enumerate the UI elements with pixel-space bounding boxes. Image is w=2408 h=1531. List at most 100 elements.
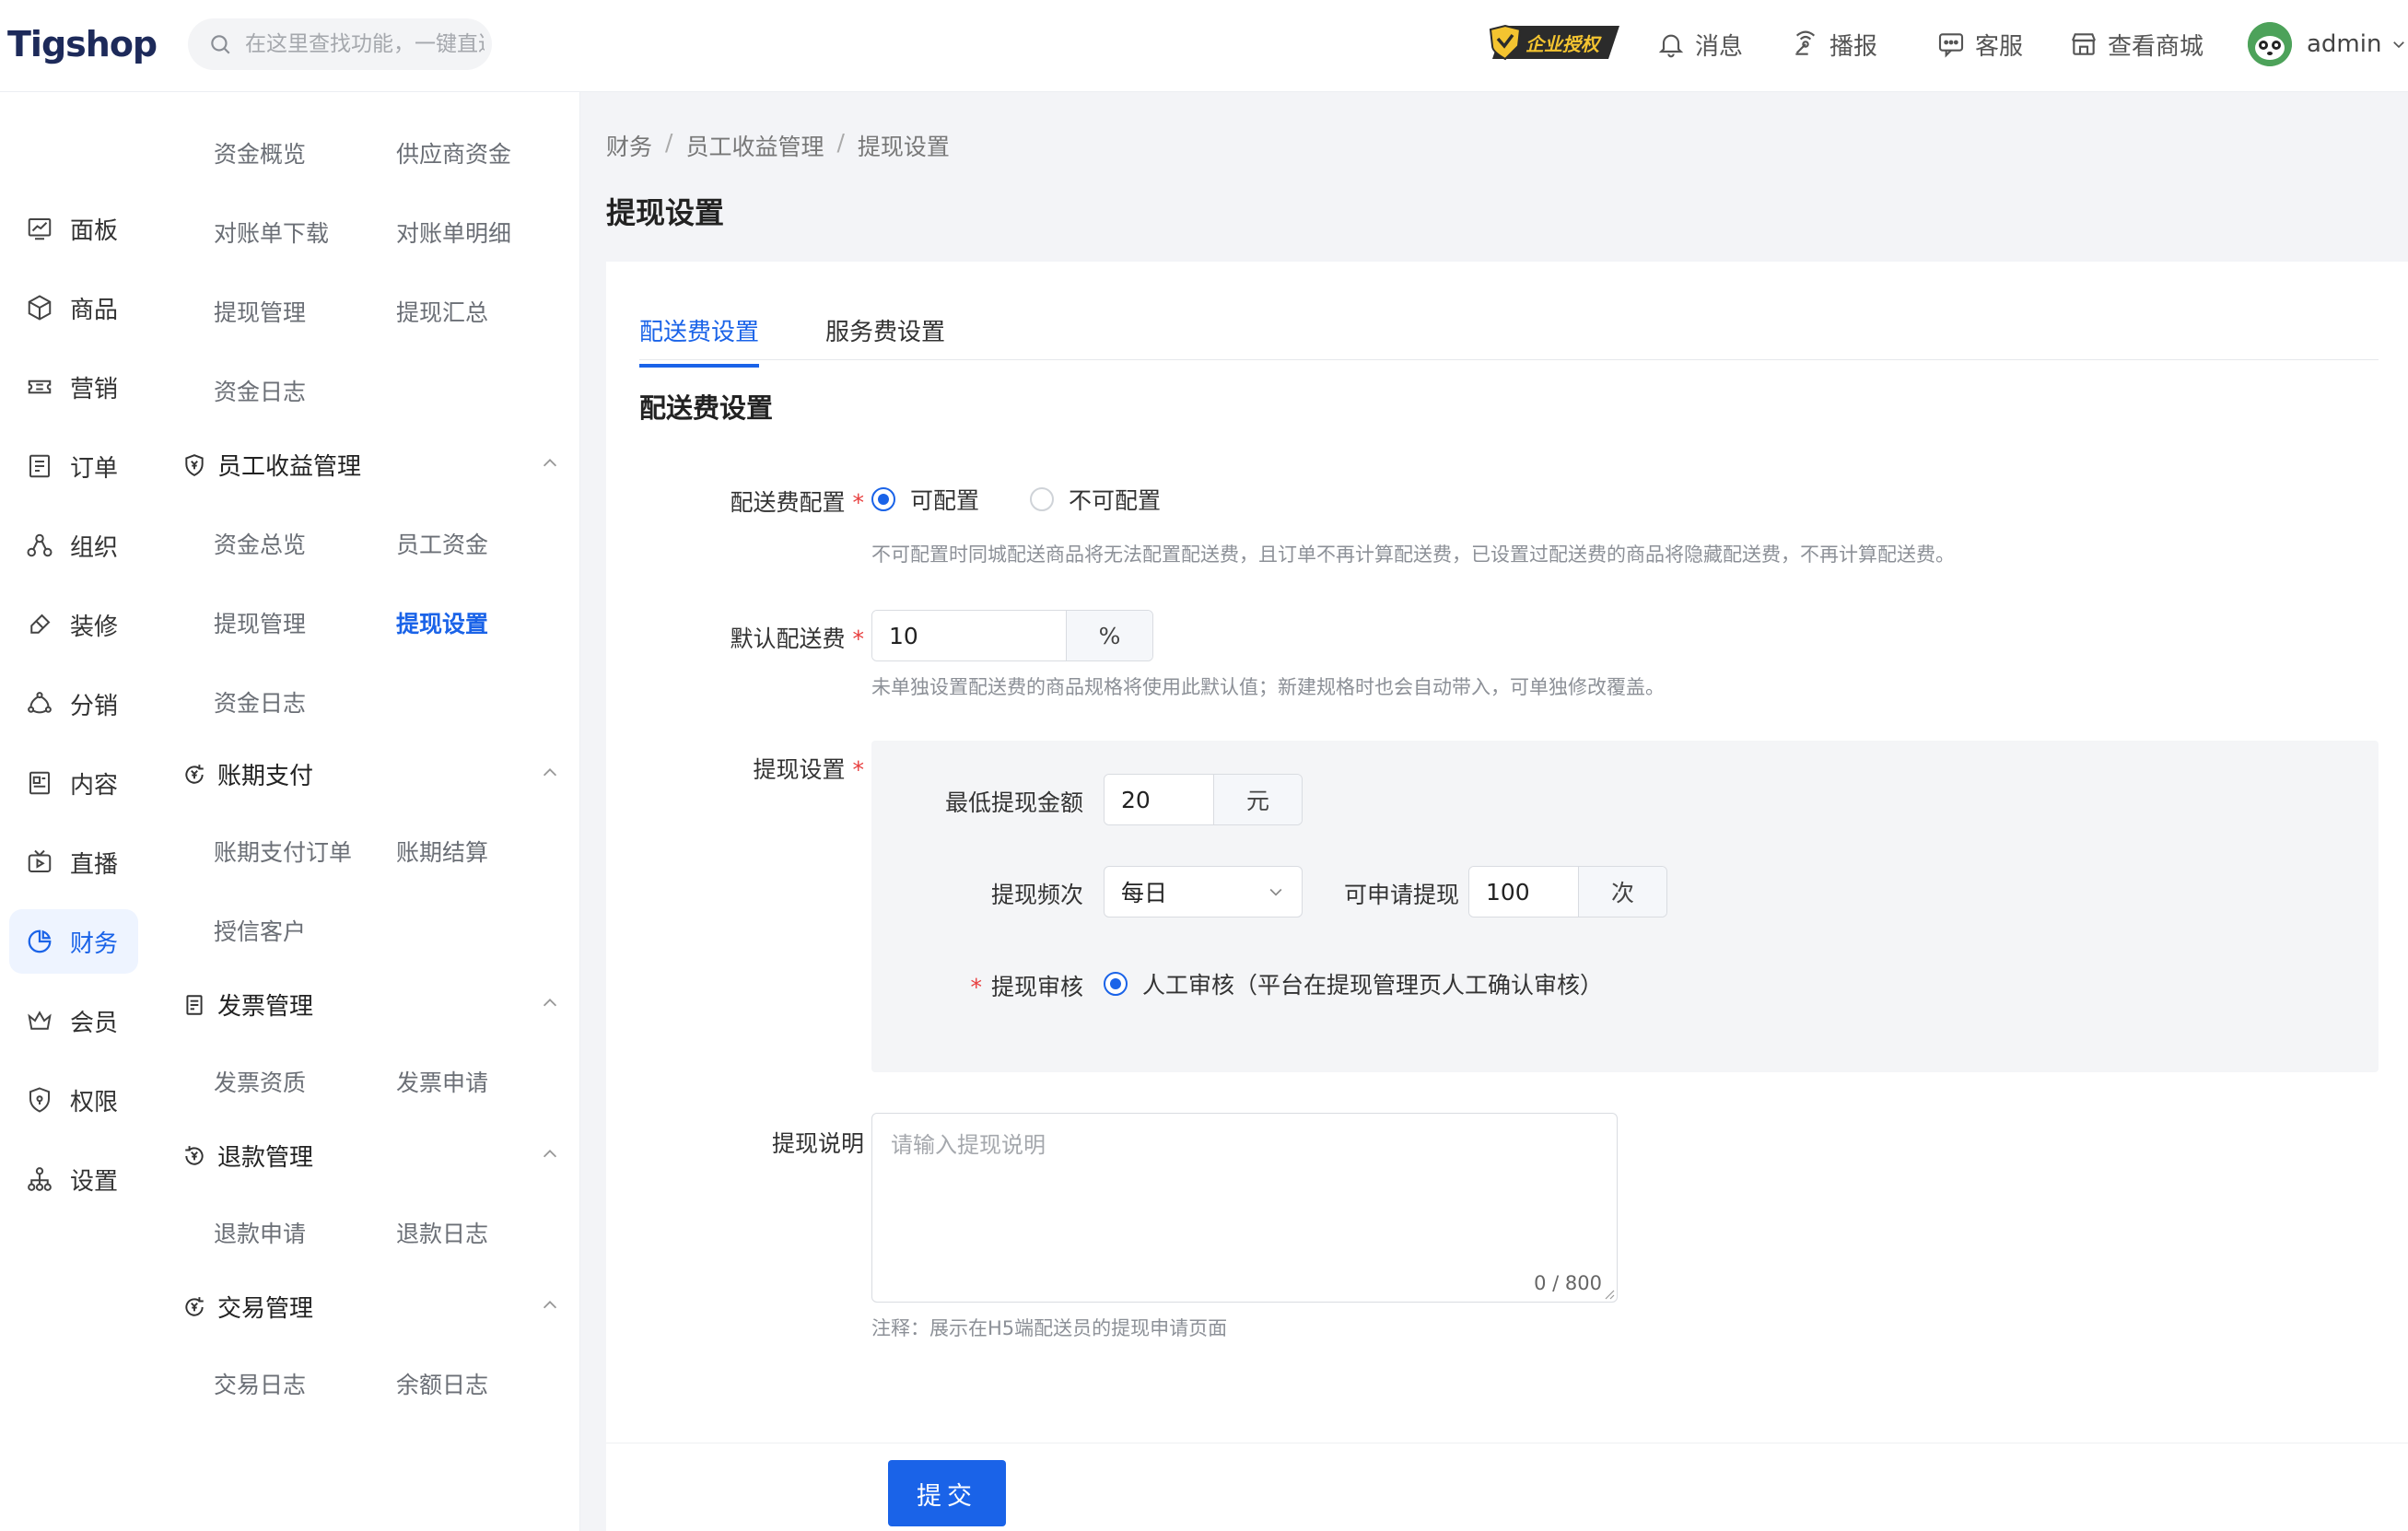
dashboard-icon: [28, 218, 52, 240]
nav-view-store[interactable]: 查看商城: [2069, 0, 2203, 88]
settings-card: 配送费设置 服务费设置 配送费设置 配送费配置 * 可配置 不可配置 不可配置时同…: [606, 262, 2408, 1531]
subnav-link[interactable]: 退款日志: [396, 1216, 488, 1249]
breadcrumb-item[interactable]: 员工收益管理: [685, 129, 824, 162]
sidebar-item-decoration[interactable]: 装修: [9, 592, 138, 657]
subnav-link[interactable]: 供应商资金: [396, 136, 511, 169]
breadcrumb-separator: /: [836, 129, 845, 156]
org-icon: [27, 533, 53, 557]
subnav-group-credit-payment[interactable]: 账期支付: [182, 757, 313, 791]
shield-yen-icon: [185, 453, 204, 476]
chevron-down-icon: [2393, 41, 2405, 49]
default-fee-hint: 未单独设置配送费的商品规格将使用此默认值；新建规格时也会自动带入，可单独修改覆盖…: [871, 676, 1665, 698]
subnav-link[interactable]: 账期结算: [396, 835, 488, 868]
subnav-group-invoice[interactable]: 发票管理: [182, 988, 313, 1022]
chevron-down-icon: [1269, 888, 1282, 896]
search-box[interactable]: [188, 18, 492, 70]
radio-not-configurable[interactable]: 不可配置: [1030, 483, 1161, 516]
main-sidebar: 面板 商品 营销 订单 组织 装修 分销 内容 直播 财务 会员 权限 设置: [0, 92, 155, 1531]
nav-messages[interactable]: 消息: [1656, 0, 1743, 88]
breadcrumb-item[interactable]: 财务: [606, 129, 652, 162]
bell-icon: [1658, 34, 1684, 58]
nav-customer-service[interactable]: 客服: [1936, 0, 2023, 88]
avatar[interactable]: [2248, 22, 2292, 66]
resize-handle-icon[interactable]: [1602, 1287, 1615, 1300]
percent-suffix: %: [1066, 611, 1152, 660]
brand-logo[interactable]: Tigshop: [7, 17, 158, 72]
radio-dot[interactable]: [1030, 487, 1054, 511]
search-input[interactable]: [245, 32, 485, 56]
subnav-link[interactable]: 发票申请: [396, 1065, 488, 1098]
yen-cycle-icon: [185, 764, 204, 784]
times-label: 可申请提现: [1343, 882, 1459, 908]
subnav-link[interactable]: 提现汇总: [396, 295, 488, 328]
sidebar-item-dashboard[interactable]: 面板: [9, 196, 138, 261]
pie-chart-icon: [28, 929, 52, 953]
min-amount-input[interactable]: [1105, 775, 1213, 824]
chevron-up-icon[interactable]: [540, 763, 560, 783]
subnav-link[interactable]: 提现管理: [214, 295, 306, 328]
sidebar-item-organization[interactable]: 组织: [9, 513, 138, 578]
submit-button[interactable]: 提交: [888, 1460, 1006, 1526]
sidebar-item-distribution[interactable]: 分销: [9, 672, 138, 736]
subnav-link[interactable]: 提现管理: [214, 606, 306, 639]
subnav-link[interactable]: 对账单下载: [214, 216, 329, 249]
shield-icon: [29, 1087, 50, 1113]
enterprise-badge-label: 企业授权: [1525, 32, 1599, 55]
subnav-link-active[interactable]: 提现设置: [396, 606, 488, 639]
sidebar-item-settings[interactable]: 设置: [9, 1147, 138, 1211]
user-menu[interactable]: admin: [2307, 0, 2407, 88]
sidebar-item-permissions[interactable]: 权限: [9, 1068, 138, 1132]
sidebar-item-live[interactable]: 直播: [9, 830, 138, 894]
subnav-link[interactable]: 账期支付订单: [214, 835, 352, 868]
sidebar-item-content[interactable]: 内容: [9, 751, 138, 815]
sidebar-item-members[interactable]: 会员: [9, 988, 138, 1053]
radio-configurable[interactable]: 可配置: [871, 483, 979, 516]
subnav-link[interactable]: 资金日志: [214, 685, 306, 719]
subnav-link[interactable]: 退款申请: [214, 1216, 306, 1249]
description-textarea-wrap: 0 / 800: [871, 1113, 1618, 1303]
subnav-link[interactable]: 发票资质: [214, 1065, 306, 1098]
subnav-group-refund[interactable]: 退款管理: [182, 1139, 313, 1173]
cube-icon: [28, 295, 52, 321]
sidebar-item-orders[interactable]: 订单: [9, 434, 138, 498]
sidebar-item-finance[interactable]: 财务: [9, 909, 138, 974]
chat-icon: [1938, 33, 1964, 58]
subnav-link[interactable]: 资金总览: [214, 527, 306, 560]
times-input-group: 次: [1468, 866, 1667, 917]
live-icon: [28, 849, 52, 872]
section-title: 配送费设置: [639, 392, 774, 424]
subnav-group-staff-earnings[interactable]: 员工收益管理: [182, 448, 361, 482]
subnav-link[interactable]: 对账单明细: [396, 216, 511, 249]
subnav-link[interactable]: 授信客户: [214, 914, 306, 947]
settings-network-icon: [28, 1167, 52, 1191]
subnav-link[interactable]: 资金概览: [214, 136, 306, 169]
breadcrumb-item: 提现设置: [857, 134, 950, 160]
fee-config-label: 配送费配置 *: [730, 489, 864, 516]
chevron-up-icon[interactable]: [540, 1295, 560, 1315]
chevron-up-icon[interactable]: [540, 453, 560, 473]
radio-manual-audit[interactable]: 人工审核（平台在提现管理页人工确认审核）: [1104, 967, 1603, 1000]
form-footer: 提交: [606, 1443, 2408, 1531]
avatar-image: [2248, 22, 2292, 66]
sidebar-item-marketing[interactable]: 营销: [9, 355, 138, 419]
subnav-link[interactable]: 员工资金: [396, 527, 488, 560]
chevron-up-icon[interactable]: [540, 1144, 560, 1164]
nav-broadcast[interactable]: 播报: [1791, 0, 1877, 88]
subnav-link[interactable]: 余额日志: [396, 1367, 488, 1400]
breadcrumb: 财务 / 员工收益管理 / 提现设置: [606, 129, 950, 162]
transaction-icon: [185, 1296, 204, 1316]
yuan-suffix: 元: [1213, 775, 1302, 824]
times-input[interactable]: [1469, 867, 1578, 917]
frequency-select[interactable]: 每日: [1104, 866, 1303, 917]
sidebar-item-goods[interactable]: 商品: [9, 275, 138, 340]
subnav-link[interactable]: 资金日志: [214, 374, 306, 407]
crown-icon: [28, 1011, 52, 1030]
subnav-link[interactable]: 交易日志: [214, 1367, 306, 1400]
chevron-up-icon[interactable]: [540, 993, 560, 1013]
radio-dot-checked[interactable]: [871, 487, 895, 511]
default-fee-input[interactable]: [872, 611, 1066, 660]
description-textarea[interactable]: [872, 1114, 1617, 1302]
subnav-group-transaction[interactable]: 交易管理: [182, 1290, 313, 1324]
char-counter: 0 / 800: [1534, 1272, 1602, 1294]
radio-dot-checked[interactable]: [1104, 972, 1128, 996]
